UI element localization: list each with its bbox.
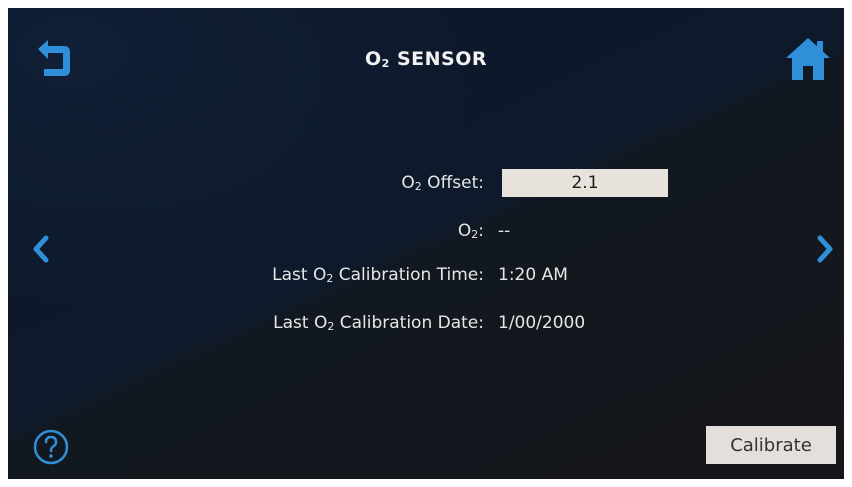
calibration-date-row: Last O2 Calibration Date: 1/00/2000 [8, 308, 844, 338]
offset-row: O2 Offset: [8, 168, 844, 198]
calibration-date-label: Last O2 Calibration Date: [273, 313, 484, 333]
calibrate-button[interactable]: Calibrate [706, 426, 836, 464]
help-button[interactable] [32, 428, 70, 466]
offset-input[interactable] [502, 169, 668, 197]
calibration-time-row: Last O2 Calibration Time: 1:20 AM [8, 260, 844, 290]
home-button[interactable] [784, 36, 832, 82]
o2-sensor-screen: O2 SENSOR O2 Offset: O2: -- Last O2 Cali [8, 8, 844, 479]
help-circle-icon [33, 429, 69, 465]
o2-label: O2: [457, 221, 484, 241]
calibration-time-label: Last O2 Calibration Time: [272, 265, 484, 285]
o2-row: O2: -- [8, 216, 844, 246]
page-title: O2 SENSOR [365, 48, 487, 70]
calibration-date-value: 1/00/2000 [498, 313, 586, 333]
o2-value: -- [498, 221, 511, 241]
home-icon [786, 38, 830, 80]
calibration-time-value: 1:20 AM [498, 265, 568, 285]
offset-label: O2 Offset: [401, 173, 484, 193]
